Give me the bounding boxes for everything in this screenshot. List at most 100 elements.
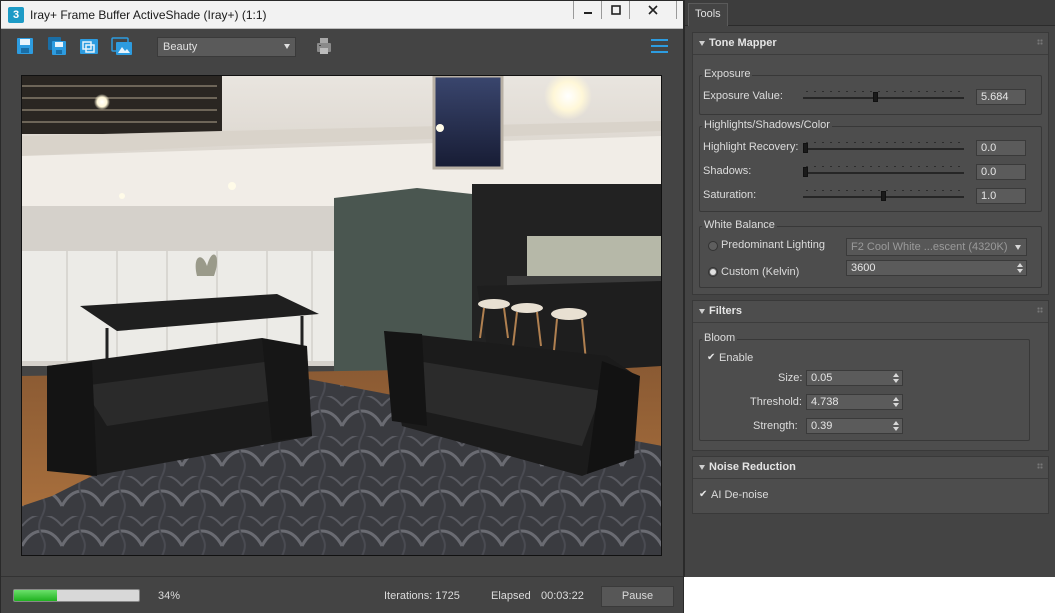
channel-dropdown[interactable]: Beauty (157, 37, 296, 57)
drag-grip-icon[interactable] (1037, 39, 1043, 45)
collapse-triangle-icon (699, 309, 705, 314)
bloom-size-value: 0.05 (811, 372, 833, 384)
close-button[interactable] (630, 1, 676, 19)
elapsed-label: Elapsed (491, 590, 531, 602)
highlight-recovery-field[interactable]: 0.0 (976, 140, 1026, 156)
ai-denoise-checkbox[interactable]: ✔ (699, 490, 709, 500)
save-icon (17, 38, 33, 54)
copy-icon (80, 39, 98, 54)
highlights-shadows-color-group: Highlights/Shadows/Color Highlight Recov… (699, 119, 1042, 212)
bloom-size-label: Size: (778, 372, 803, 384)
render-progress-bar (13, 589, 140, 602)
menu-icon (651, 39, 668, 41)
elapsed-time: 00:03:22 (541, 590, 584, 602)
predominant-lighting-label: Predominant Lighting (721, 239, 825, 251)
filters-header[interactable]: Filters (693, 301, 1048, 323)
exposure-value-field[interactable]: 5.684 (976, 89, 1026, 105)
maximize-icon (610, 5, 621, 15)
ai-denoise-label: AI De-noise (711, 489, 769, 501)
clone-window-button[interactable] (111, 36, 132, 56)
save-all-icon (48, 37, 66, 55)
print-icon (317, 38, 331, 54)
exposure-value-label: Exposure Value: (703, 90, 783, 102)
minimize-icon (583, 12, 592, 14)
pause-button[interactable]: Pause (601, 586, 674, 607)
saturation-slider[interactable] (803, 189, 964, 201)
bloom-group-label: Bloom (702, 332, 738, 344)
drag-grip-icon[interactable] (1037, 463, 1043, 469)
clone-window-icon (111, 37, 132, 55)
white-balance-group-label: White Balance (702, 219, 777, 231)
interior-render-picture (22, 76, 661, 555)
title-bar[interactable]: 3 Iray+ Frame Buffer ActiveShade (Iray+)… (1, 1, 683, 29)
iterations-count: Iterations: 1725 (384, 590, 460, 602)
app-icon: 3 (8, 7, 24, 23)
custom-kelvin-radio[interactable] (708, 267, 718, 277)
bloom-strength-field[interactable]: 0.39 (806, 418, 903, 434)
bloom-threshold-label: Threshold: (750, 396, 802, 408)
custom-kelvin-value: 3600 (851, 262, 876, 274)
predominant-lighting-dropdown[interactable]: F2 Cool White ...escent (4320K) (846, 238, 1027, 256)
custom-kelvin-label: Custom (Kelvin) (721, 266, 800, 278)
shadows-label: Shadows: (703, 165, 752, 177)
status-bar: 34% Iterations: 1725 Elapsed 00:03:22 Pa… (1, 576, 683, 613)
chevron-down-icon (284, 44, 290, 49)
window-controls (573, 1, 677, 19)
saturation-field[interactable]: 1.0 (976, 188, 1026, 204)
bloom-strength-label: Strength: (753, 420, 798, 432)
tone-mapper-header[interactable]: Tone Mapper (693, 33, 1048, 55)
window-title: Iray+ Frame Buffer ActiveShade (Iray+) (… (30, 8, 267, 22)
filters-rollout: Filters Bloom ✔ Enable Size: 0.05 Thresh… (692, 300, 1049, 451)
shadows-field[interactable]: 0.0 (976, 164, 1026, 180)
bloom-enable-label: Enable (719, 352, 754, 364)
collapse-triangle-icon (699, 465, 705, 470)
channel-dropdown-value: Beauty (163, 41, 198, 53)
highlight-recovery-slider[interactable] (803, 141, 964, 153)
spinner-icon[interactable] (893, 373, 899, 383)
exposure-slider[interactable] (803, 90, 964, 102)
filters-title: Filters (709, 305, 743, 317)
frame-buffer-toolbar: Beauty (1, 30, 683, 63)
spinner-icon[interactable] (893, 421, 899, 431)
highlight-recovery-thumb[interactable] (803, 143, 808, 153)
saturation-label: Saturation: (703, 189, 757, 201)
drag-grip-icon[interactable] (1037, 307, 1043, 313)
menu-button[interactable] (651, 39, 668, 53)
print-button[interactable] (316, 37, 336, 57)
collapse-triangle-icon (699, 41, 705, 46)
desktop-background (684, 577, 1055, 613)
bloom-enable-checkbox[interactable]: ✔ (707, 353, 717, 363)
shadows-thumb[interactable] (803, 167, 808, 177)
viewport-area (1, 63, 683, 574)
bloom-size-field[interactable]: 0.05 (806, 370, 903, 386)
rendered-image[interactable] (21, 75, 662, 556)
maximize-button[interactable] (602, 1, 630, 19)
noise-reduction-rollout: Noise Reduction ✔ AI De-noise (692, 456, 1049, 514)
saturation-thumb[interactable] (881, 191, 886, 201)
custom-kelvin-field[interactable]: 3600 (846, 260, 1027, 276)
copy-button[interactable] (79, 36, 99, 56)
bloom-threshold-field[interactable]: 4.738 (806, 394, 903, 410)
spinner-icon[interactable] (1017, 263, 1023, 273)
bloom-group: Bloom ✔ Enable Size: 0.05 Threshold: 4.7… (699, 332, 1030, 441)
minimize-button[interactable] (574, 1, 602, 19)
shadows-slider[interactable] (803, 165, 964, 177)
spinner-icon[interactable] (893, 397, 899, 407)
noise-reduction-title: Noise Reduction (709, 461, 796, 473)
save-all-button[interactable] (47, 36, 67, 56)
bloom-strength-value: 0.39 (811, 420, 833, 432)
tools-panel: Tools Tone Mapper Exposure Exposure Valu… (684, 0, 1055, 577)
progress-percent: 34% (158, 590, 181, 602)
save-button[interactable] (15, 36, 35, 56)
exposure-slider-thumb[interactable] (873, 92, 878, 102)
noise-reduction-header[interactable]: Noise Reduction (693, 457, 1048, 479)
render-progress-fill (14, 590, 57, 601)
white-balance-group: White Balance Predominant Lighting F2 Co… (699, 219, 1042, 288)
predominant-lighting-radio[interactable] (708, 241, 718, 251)
exposure-group: Exposure Exposure Value: 5.684 (699, 68, 1042, 115)
tab-tools[interactable]: Tools (688, 3, 728, 26)
tools-tab-bar: Tools (685, 0, 1055, 26)
close-icon (648, 5, 658, 15)
tone-mapper-title: Tone Mapper (709, 37, 777, 49)
hsc-group-label: Highlights/Shadows/Color (702, 119, 832, 131)
